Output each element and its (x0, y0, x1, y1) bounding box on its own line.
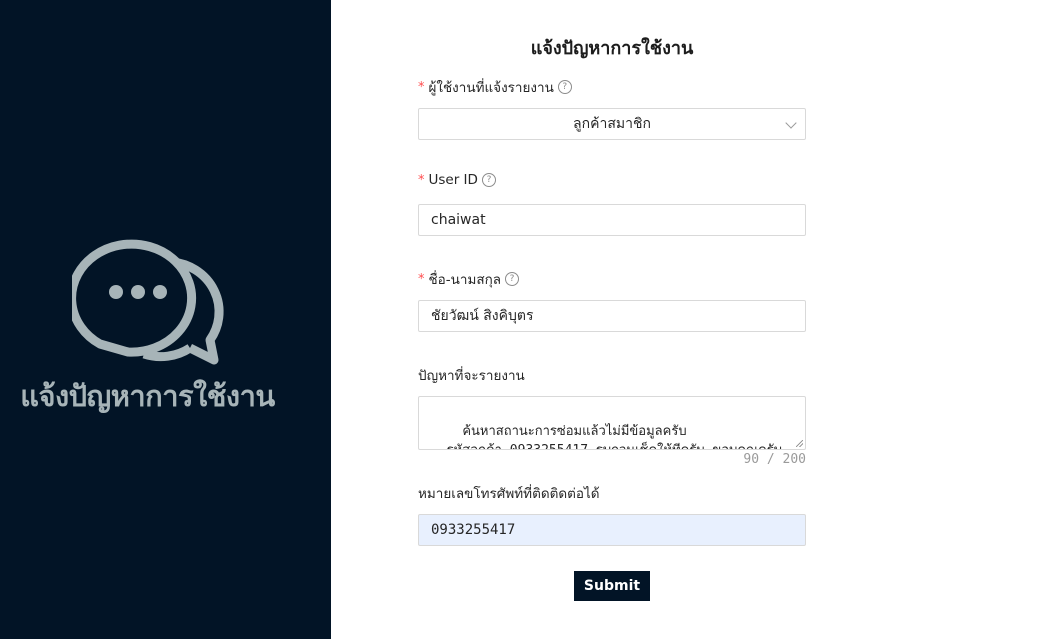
chat-bubbles-icon (72, 239, 224, 365)
phone-input[interactable]: 0933255417 (418, 514, 806, 546)
full-name-label: * ชื่อ-นามสกุล ? (418, 268, 520, 290)
full-name-input[interactable]: ชัยวัฒน์ สิงคิบุตร (418, 300, 806, 332)
reporter-type-value: ลูกค้าสมาชิก (573, 116, 651, 132)
reporter-type-label-text: ผู้ใช้งานที่แจ้งรายงาน (428, 80, 554, 96)
reporter-type-label: * ผู้ใช้งานที่แจ้งรายงาน ? (418, 76, 572, 98)
chevron-down-icon (785, 117, 797, 129)
submit-button[interactable]: Submit (574, 571, 650, 601)
report-form: แจ้งปัญหาการใช้งาน * ผู้ใช้งานที่แจ้งราย… (418, 0, 806, 639)
reporter-type-select[interactable]: ลูกค้าสมาชิก (418, 108, 806, 140)
form-title: แจ้งปัญหาการใช้งาน (530, 38, 694, 59)
problem-label: ปัญหาที่จะรายงาน (418, 368, 525, 384)
char-counter: 90 / 200 (743, 452, 806, 467)
phone-label: หมายเลขโทรศัพท์ที่ติดติดต่อได้ (418, 486, 600, 502)
help-icon[interactable]: ? (481, 173, 496, 187)
required-marker: * (418, 172, 425, 188)
left-panel: แจ้งปัญหาการใช้งาน (0, 0, 331, 639)
user-id-input[interactable]: chaiwat (418, 204, 806, 236)
user-id-label: * User ID ? (418, 172, 496, 188)
help-icon[interactable]: ? (557, 80, 572, 94)
help-icon[interactable]: ? (505, 272, 520, 286)
resize-handle-icon[interactable] (796, 440, 803, 447)
problem-text: ค้นหาสถานะการซ่อมแล้วไม่มีข้อมูลครับ - ร… (431, 424, 782, 449)
required-marker: * (418, 79, 425, 95)
required-marker: * (418, 271, 425, 287)
full-name-label-text: ชื่อ-นามสกุล (428, 272, 502, 288)
user-id-label-text: User ID (428, 172, 478, 188)
problem-textarea[interactable]: ค้นหาสถานะการซ่อมแล้วไม่มีข้อมูลครับ - ร… (418, 396, 806, 450)
sidebar-title: แจ้งปัญหาการใช้งาน (20, 379, 275, 413)
